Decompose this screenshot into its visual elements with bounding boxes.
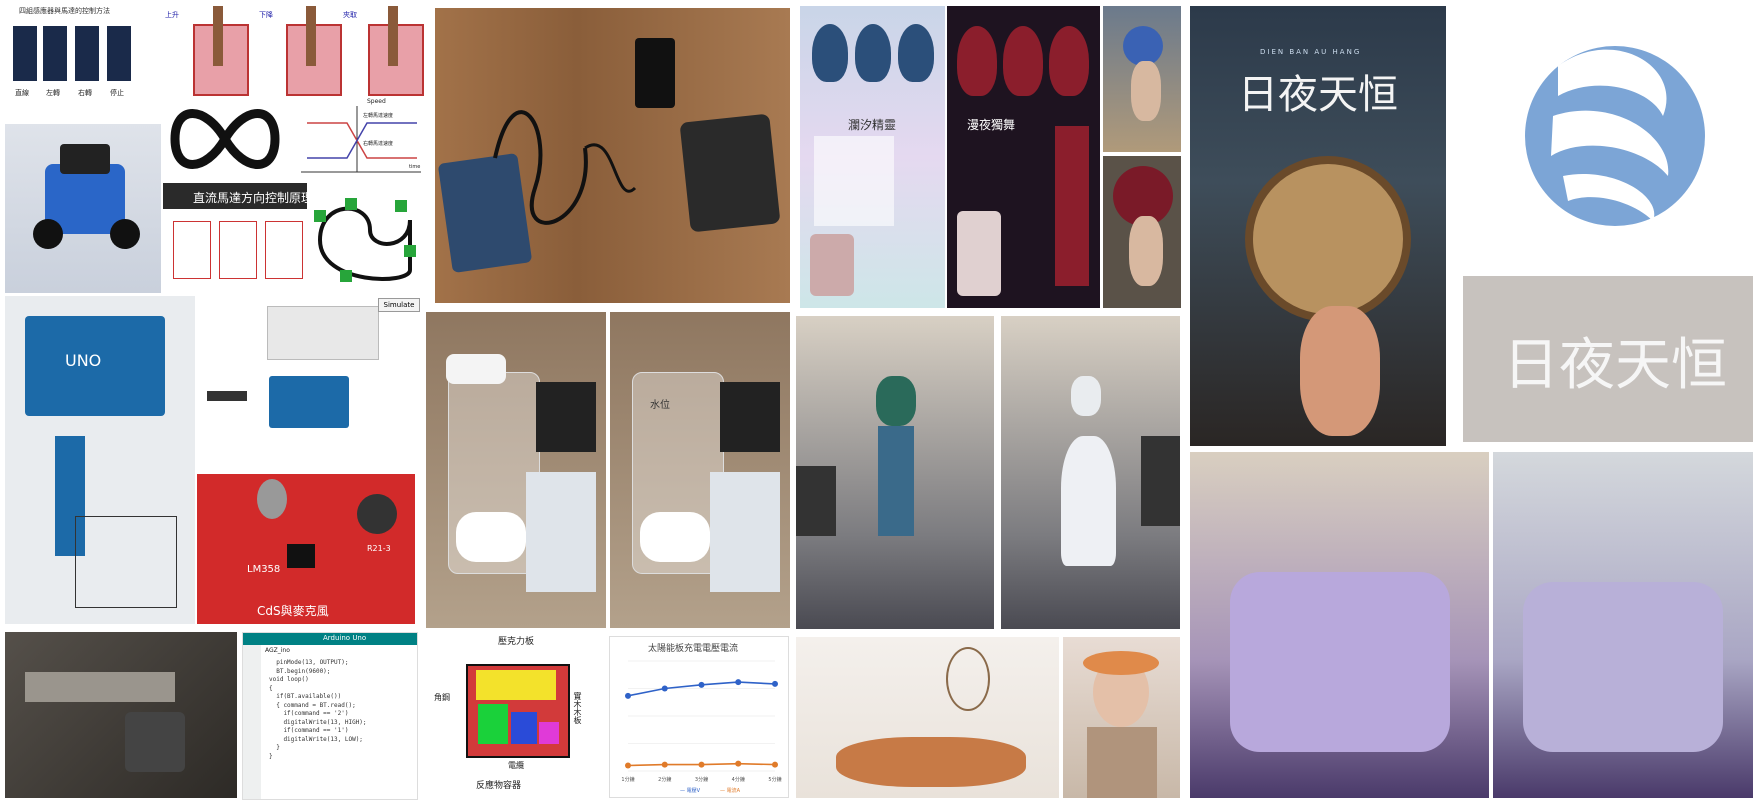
sensor-board: LM358 CdS與麥克風 R21-3 [197, 474, 415, 624]
data-point [661, 685, 668, 692]
box-diagram: 壓克力板 角鋼 實木木板 電纜 反應物容器 [426, 632, 606, 798]
humidifier-photo-2: 水位 [610, 312, 790, 628]
runway-photo-2 [1001, 316, 1180, 629]
data-point [661, 761, 668, 768]
code-line[interactable]: if(command == '2') [269, 710, 367, 719]
board-select[interactable]: Arduino Uno [323, 634, 366, 642]
x-tick-label: 4分鐘 [732, 776, 745, 783]
dc-motor-panel: 直流馬達方向控制原理 [163, 183, 307, 293]
hair-poster-2: 漫夜獨舞 [947, 6, 1100, 308]
logo-text-title: 日夜天恒 [1503, 333, 1727, 398]
container-label: 反應物容器 [476, 781, 522, 791]
code-line[interactable]: } [269, 753, 367, 762]
humidifier-photo-1 [426, 312, 606, 628]
data-point [735, 760, 742, 767]
robot-photo [5, 124, 161, 293]
data-point [698, 761, 705, 768]
hair-poster-1: 瀾汐精靈 [800, 6, 945, 308]
floral-table-photo [796, 637, 1059, 798]
legend-entry: — 電壓V [680, 788, 701, 794]
caption-straight: 直線 [15, 89, 29, 97]
code-line[interactable]: { command = BT.read(); [269, 702, 367, 711]
hair-photo-1 [1103, 6, 1181, 152]
left-speed-label: 左轉馬達速度 [363, 113, 394, 119]
water-level-label: 水位 [650, 400, 670, 411]
gripper-down: 下降 [259, 11, 273, 19]
cable-label: 電纜 [508, 761, 524, 770]
logo-mark[interactable] [1463, 6, 1753, 270]
acrylic-label: 壓克力板 [498, 637, 535, 647]
legend-entry: — 電流A [720, 787, 741, 794]
data-point [772, 761, 778, 768]
code-line[interactable]: BT.begin(9600); [269, 668, 367, 677]
code-line[interactable]: digitalWrite(13, LOW); [269, 736, 367, 745]
code-line[interactable]: } [269, 744, 367, 753]
caption-right: 右轉 [78, 89, 92, 97]
hair-photo-2 [1103, 156, 1181, 308]
code-line[interactable]: { [269, 685, 367, 694]
gripper-up: 上升 [165, 11, 179, 19]
caption-stop: 停止 [110, 89, 124, 97]
simulate-button[interactable]: Simulate [378, 298, 420, 312]
dance-photo-2 [1493, 452, 1753, 798]
gripper-diagram: 上升 下降 夾取 [163, 4, 425, 104]
code-line[interactable]: digitalWrite(13, HIGH); [269, 719, 366, 728]
x-tick-label: 3分鐘 [695, 776, 708, 783]
code-lines[interactable]: pinMode(13, OUTPUT); BT.begin(9600); void… [269, 659, 367, 761]
right-speed-label: 右轉馬達速度 [363, 141, 394, 147]
data-point [698, 681, 705, 688]
cds-mic-label: CdS與麥克風 [257, 604, 329, 618]
poster1-title: 瀾汐精靈 [848, 118, 897, 132]
diagram-title: 四組感應器與馬達的控制方法 [19, 7, 110, 15]
cp20-label: R21-3 [367, 544, 391, 553]
power-adapter-photo [435, 8, 790, 303]
track-diagram [310, 190, 425, 293]
uno-label: UNO [65, 351, 102, 370]
wood-board-label: 實木木板 [573, 692, 582, 724]
angle-steel-label: 角鋼 [434, 693, 450, 702]
caption-left: 左轉 [46, 89, 60, 97]
logo-text: 日夜天恒 [1463, 276, 1753, 442]
speed-graph: Speed 左轉馬達速度 右轉馬達速度 time [297, 98, 425, 176]
poster2-title: 漫夜獨舞 [967, 118, 1016, 132]
time-label: time [409, 164, 421, 170]
gripper-grab: 夾取 [343, 11, 357, 19]
dc-motor-title: 直流馬達方向控制原理 [193, 191, 307, 205]
x-tick-label: 1分鐘 [621, 776, 634, 783]
x-tick-label: 2分鐘 [658, 776, 671, 783]
runway-photo-1 [796, 316, 994, 629]
floral-portrait-photo [1063, 637, 1180, 798]
data-point [735, 679, 742, 686]
solar-chart: 太陽能板充電電壓電流 1分鐘 2分鐘 3分鐘 4分鐘 5分鐘 — 電壓V — 電流A [609, 636, 789, 798]
infinity-track-diagram [165, 100, 285, 178]
file-tab[interactable]: AGZ_ino [265, 647, 290, 654]
x-tick-label: 5分鐘 [768, 776, 781, 783]
chart-plot: 1分鐘 2分鐘 3分鐘 4分鐘 5分鐘 — 電壓V — 電流A [621, 660, 782, 794]
code-editor: Arduino Uno AGZ_ino pinMode(13, OUTPUT);… [242, 632, 418, 800]
robot-lines-diagram: 四組感應器與馬達的控制方法 直線 左轉 右轉 停止 [5, 4, 142, 108]
poster-subtitle: DIEN BAN AU HANG [1260, 48, 1362, 56]
data-point [772, 680, 778, 687]
movie-poster: DIEN BAN AU HANG 日夜天恒 [1190, 6, 1446, 446]
data-point [625, 692, 631, 699]
poster-title: 日夜天恒 [1238, 72, 1398, 118]
code-line[interactable]: if(BT.available()) [269, 693, 367, 702]
code-line[interactable]: pinMode(13, OUTPUT); [269, 659, 367, 668]
code-line[interactable]: if(command == '1') [269, 727, 367, 736]
arduino-schematic: UNO [5, 296, 195, 624]
lm358-label: LM358 [247, 564, 281, 575]
dance-photo-1 [1190, 452, 1489, 798]
code-line[interactable]: void loop() [269, 676, 367, 685]
mechanism-photo [5, 632, 237, 798]
breadboard-sim: Simulate [197, 296, 422, 443]
data-point [625, 762, 631, 769]
